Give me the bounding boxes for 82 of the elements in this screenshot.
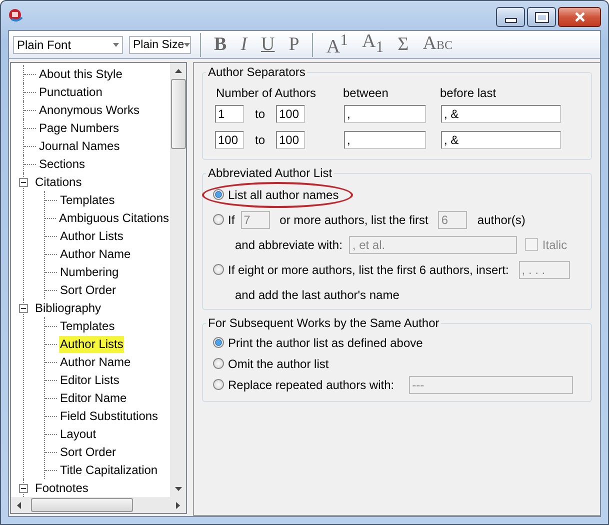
tree-item[interactable]: Title Capitalization: [59, 462, 159, 478]
minimize-button[interactable]: [496, 7, 525, 27]
format-button[interactable]: U: [257, 34, 279, 56]
horizontal-scrollbar[interactable]: [11, 497, 186, 513]
tree-item[interactable]: Ambiguous Citations: [58, 210, 170, 226]
column-header: before last: [440, 85, 498, 101]
format-button[interactable]: B: [210, 34, 231, 56]
tree-item[interactable]: Sort Order: [59, 444, 118, 460]
tree-item[interactable]: Punctuation: [38, 84, 104, 100]
tree-item[interactable]: About this Style: [38, 66, 124, 82]
radio-label[interactable]: Omit the author list: [228, 356, 329, 370]
collapse-icon[interactable]: [19, 484, 28, 492]
scroll-thumb[interactable]: [31, 498, 133, 512]
tree-item[interactable]: Bibliography: [34, 300, 102, 316]
radio-button[interactable]: [213, 214, 224, 225]
app-icon: [8, 8, 24, 24]
font-dropdown[interactable]: Plain Font: [13, 36, 123, 54]
scroll-down-icon[interactable]: [174, 487, 182, 491]
to-label: to: [254, 107, 266, 121]
tree-item[interactable]: Sections: [38, 156, 86, 172]
scroll-up-icon[interactable]: [174, 69, 182, 73]
format-button[interactable]: A$_{1}$: [358, 30, 388, 58]
option-text: author(s): [477, 212, 526, 226]
tree-item[interactable]: Numbering: [59, 264, 120, 280]
scroll-left-icon[interactable]: [17, 502, 21, 508]
column-header: Number of Authors: [215, 85, 318, 101]
radio-label[interactable]: If eight or more authors, list the first 6 authors, insert:: [228, 262, 509, 276]
to-label: to: [254, 133, 266, 147]
scroll-right-icon[interactable]: [176, 502, 180, 508]
tree-item[interactable]: Editor Lists: [59, 372, 120, 388]
tree-item[interactable]: Page Numbers: [38, 120, 120, 136]
format-button[interactable]: I: [236, 34, 252, 56]
vertical-scrollbar[interactable]: [170, 63, 186, 497]
radio-label[interactable]: Replace repeated authors with:: [228, 378, 394, 392]
radio-button[interactable]: [213, 264, 224, 275]
group-title: Abbreviated Author List: [207, 166, 334, 180]
tree-item[interactable]: Templates: [59, 192, 116, 208]
tree-item[interactable]: Footnotes: [34, 480, 90, 496]
format-button[interactable]: Σ: [394, 34, 413, 56]
input-field[interactable]: 100: [276, 105, 305, 123]
format-button[interactable]: A$^{1}$: [322, 30, 352, 59]
format-button[interactable]: P: [284, 34, 304, 56]
input-field[interactable]: , &: [441, 105, 561, 123]
group-title: Author Separators: [207, 65, 306, 79]
tree-item[interactable]: Author Name: [59, 354, 132, 370]
input-field[interactable]: 1: [215, 105, 244, 123]
tree-item[interactable]: Anonymous Works: [38, 102, 140, 118]
tree-item[interactable]: Author Lists: [59, 228, 124, 244]
input-field[interactable]: 100: [215, 131, 244, 149]
tree-item[interactable]: Citations: [34, 174, 83, 190]
format-button[interactable]: ABC: [418, 33, 456, 56]
scroll-thumb[interactable]: [170, 79, 186, 149]
option-text: and abbreviate with:: [235, 238, 342, 252]
radio-label[interactable]: Print the author list as defined above: [228, 336, 423, 350]
radio-button[interactable]: [213, 358, 224, 369]
close-icon: [574, 12, 586, 22]
radio-label[interactable]: List all author names: [228, 188, 339, 202]
tree-item[interactable]: Sort Order: [59, 282, 118, 298]
close-button[interactable]: [558, 7, 601, 27]
radio-button[interactable]: [213, 337, 224, 348]
tree-item[interactable]: Editor Name: [59, 390, 128, 406]
column-header: between: [343, 85, 390, 101]
input-field[interactable]: , &: [441, 131, 561, 149]
tree-item[interactable]: Author Lists: [59, 336, 124, 352]
tree-item[interactable]: Field Substitutions: [59, 408, 160, 424]
input-field[interactable]: ,: [344, 105, 426, 123]
input-field[interactable]: 100: [276, 131, 305, 149]
tree-item[interactable]: Layout: [59, 426, 98, 442]
maximize-button[interactable]: [527, 7, 556, 27]
size-dropdown[interactable]: Plain Size: [129, 36, 191, 54]
collapse-icon[interactable]: [19, 178, 28, 186]
collapse-icon[interactable]: [19, 304, 28, 312]
option-text: and add the last author's name: [235, 288, 400, 302]
group-title: For Subsequent Works by the Same Author: [207, 316, 440, 330]
tree-item[interactable]: Author Name: [59, 246, 132, 262]
input-field[interactable]: ,: [344, 131, 426, 149]
tree-item[interactable]: Templates: [59, 318, 116, 334]
option-text: or more authors, list the first: [280, 212, 428, 226]
tree-item[interactable]: Journal Names: [38, 138, 121, 154]
radio-button[interactable]: [213, 379, 224, 390]
radio-label[interactable]: If: [228, 212, 235, 226]
radio-button[interactable]: [213, 189, 224, 200]
